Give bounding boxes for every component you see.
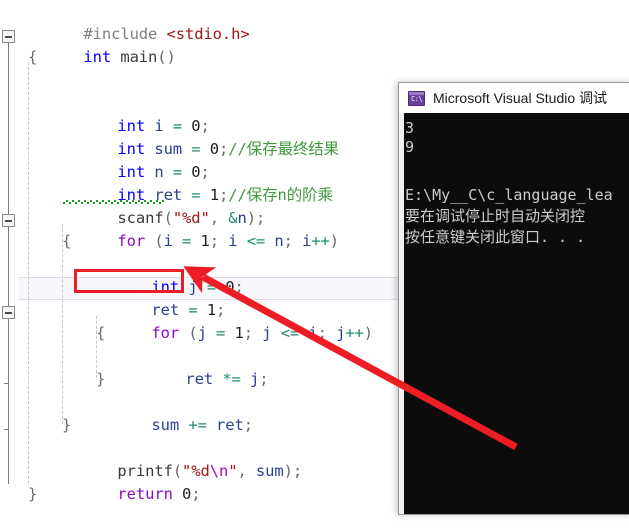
token-var-ret: ret [185, 370, 214, 388]
code-line-18[interactable]: sum += ret; [96, 391, 253, 434]
token-semicolon: ; [218, 140, 229, 158]
code-line-2[interactable]: int main() [28, 23, 175, 66]
token-num-one: 1 [200, 232, 210, 250]
token-escape-newline: \n [209, 462, 229, 480]
token-paren-open: ( [154, 232, 164, 250]
token-var-j: j [197, 324, 207, 342]
console-app-icon: C:\ [408, 90, 425, 106]
token-var-j: j [336, 324, 346, 342]
token-paren-close: ) [329, 232, 340, 250]
token-paren-pair: () [157, 48, 176, 66]
fold-tick-inner-close [4, 383, 9, 384]
token-semicolon: ; [243, 324, 253, 342]
code-line-5[interactable]: int i = 0; [62, 92, 209, 135]
token-num-zero: 0 [209, 140, 219, 158]
indent-guide-level-1 [28, 62, 29, 484]
console-output-line: 3 [405, 119, 415, 137]
code-line-6[interactable]: int sum = 0;//保存最终结果 [62, 115, 339, 158]
token-var-i: i [302, 232, 312, 250]
token-semicolon: ; [243, 416, 253, 434]
fold-marker-outer-for[interactable] [2, 214, 15, 227]
token-comma: , [237, 462, 256, 480]
code-line-22[interactable]: } [28, 483, 37, 506]
token-increment: ++ [311, 232, 330, 250]
token-var-i: i [308, 324, 318, 342]
token-var-sum: sum [255, 462, 284, 480]
token-lte: <= [246, 232, 266, 250]
console-output-line: 要在调试停止时自动关闭控 [405, 207, 586, 225]
visual-studio-debug-console[interactable]: C:\ Microsoft Visual Studio 调试 3 9 E:\My… [398, 82, 629, 515]
token-semicolon: ; [259, 370, 269, 388]
code-line-1[interactable]: #include <stdio.h> [28, 0, 249, 43]
code-line-21[interactable]: return 0; [62, 460, 200, 503]
code-line-14[interactable]: for (j = 1; j <= i; j++) [96, 299, 373, 342]
token-fn-main: main [120, 48, 158, 66]
token-mult-assign: *= [222, 370, 241, 388]
token-comment-sum: //保存最终结果 [228, 140, 340, 158]
token-var-i: i [163, 232, 173, 250]
console-output-line: 9 [405, 138, 415, 156]
token-keyword-return: return [117, 485, 173, 503]
code-line-7[interactable]: int n = 0; [62, 138, 209, 181]
code-line-10[interactable]: for (i = 1; i <= n; i++) [62, 207, 339, 250]
fold-rail [8, 38, 9, 484]
red-highlight-rectangle [74, 269, 184, 293]
token-include-target: <stdio.h> [166, 25, 250, 43]
code-line-11[interactable]: { [62, 230, 71, 253]
token-num-one: 1 [234, 324, 244, 342]
fold-marker-main[interactable] [2, 30, 15, 43]
console-window-title: Microsoft Visual Studio 调试 [433, 90, 608, 106]
token-semicolon: ; [292, 462, 303, 480]
token-semicolon: ; [317, 324, 327, 342]
token-paren-open: ( [188, 324, 198, 342]
console-output-area[interactable]: 3 9 E:\My__C\c_language_lea 要在调试停止时自动关闭控… [404, 113, 629, 514]
fold-tick-outer-close [4, 429, 9, 430]
token-keyword-for: for [151, 324, 180, 342]
token-plus-assign: += [188, 416, 207, 434]
code-line-3[interactable]: { [28, 46, 37, 69]
token-paren-close: ) [283, 462, 293, 480]
token-var-ret: ret [216, 416, 244, 434]
token-var-sum: sum [151, 416, 180, 434]
token-increment: ++ [345, 324, 364, 342]
console-output-line: E:\My__C\c_language_lea [405, 186, 613, 204]
code-line-17[interactable]: } [96, 368, 105, 391]
code-line-20[interactable]: printf("%d\n", sum); [62, 437, 302, 480]
token-var-n: n [274, 232, 284, 250]
token-assign: = [216, 324, 226, 342]
console-icon-label: C:\ [411, 94, 423, 103]
console-output-line: 按任意键关闭此窗口. . . [405, 228, 586, 246]
token-paren-close: ) [363, 324, 374, 342]
code-line-8[interactable]: int ret = 1;//保存n的阶乘 [62, 161, 333, 204]
token-num-zero: 0 [225, 278, 235, 296]
fold-marker-inner-for[interactable] [2, 306, 15, 319]
token-num-zero: 0 [182, 485, 192, 503]
token-semicolon: ; [283, 232, 293, 250]
token-assign: = [182, 232, 192, 250]
token-semicolon: ; [234, 278, 244, 296]
token-semicolon: ; [209, 232, 219, 250]
code-line-15[interactable]: { [96, 322, 105, 345]
code-line-16[interactable]: ret *= j; [130, 345, 268, 388]
outlining-margin[interactable] [0, 0, 18, 513]
token-semicolon: ; [191, 485, 201, 503]
token-keyword-int: int [83, 48, 112, 66]
console-titlebar[interactable]: C:\ Microsoft Visual Studio 调试 [399, 83, 629, 113]
token-lte: <= [280, 324, 300, 342]
token-keyword-for: for [117, 232, 146, 250]
code-line-19[interactable]: } [62, 414, 71, 437]
token-var-j: j [250, 370, 260, 388]
error-squiggle-underline [62, 200, 165, 204]
